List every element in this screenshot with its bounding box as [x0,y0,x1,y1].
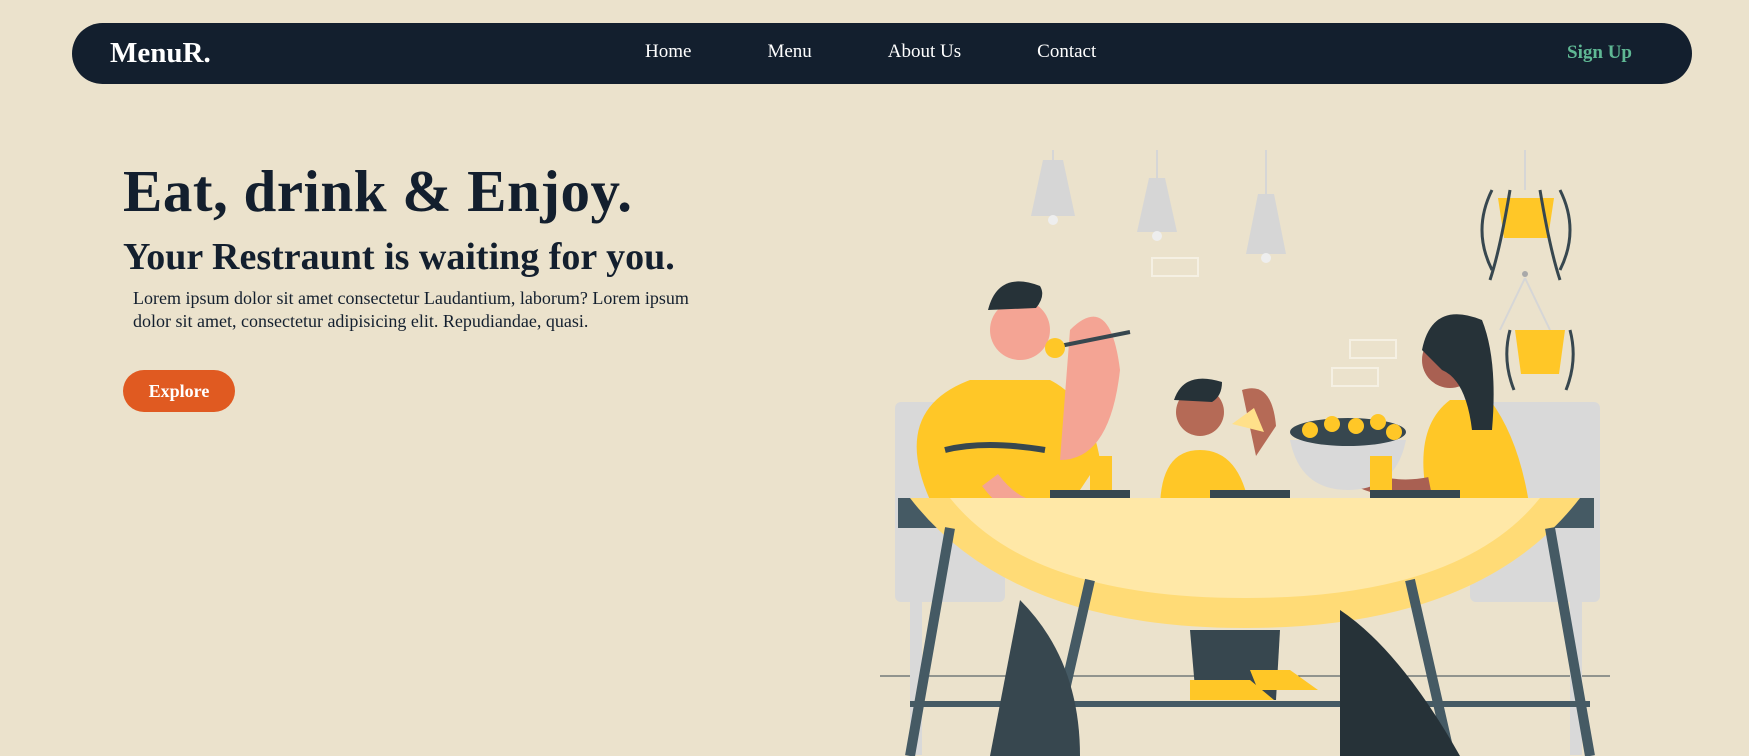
plate-middle [1210,490,1290,498]
nav-links: Home Menu About Us Contact [645,40,1096,64]
family-dining-illustration [880,150,1610,756]
signup-link[interactable]: Sign Up [1567,41,1632,65]
nav-link-about[interactable]: About Us [888,40,961,64]
hero-description: Lorem ipsum dolor sit amet consectetur L… [133,288,689,331]
nav-link-menu[interactable]: Menu [767,40,811,64]
hanging-plants [1480,150,1575,391]
pendant-lamps [1031,150,1286,263]
nav-link-home[interactable]: Home [645,40,691,64]
plate-right [1370,490,1460,498]
landing-page: MenuR. Home Menu About Us Contact Sign U… [0,0,1749,756]
explore-button[interactable]: Explore [123,370,235,412]
plate-left [1050,490,1130,498]
logo[interactable]: MenuR. [110,36,211,70]
hero-subtitle: Your Restraunt is waiting for you. [123,236,675,278]
navbar: MenuR. Home Menu About Us Contact Sign U… [72,23,1692,84]
nav-link-contact[interactable]: Contact [1037,40,1096,64]
wall-frames [1151,257,1397,387]
hero-title: Eat, drink & Enjoy. [123,158,633,224]
